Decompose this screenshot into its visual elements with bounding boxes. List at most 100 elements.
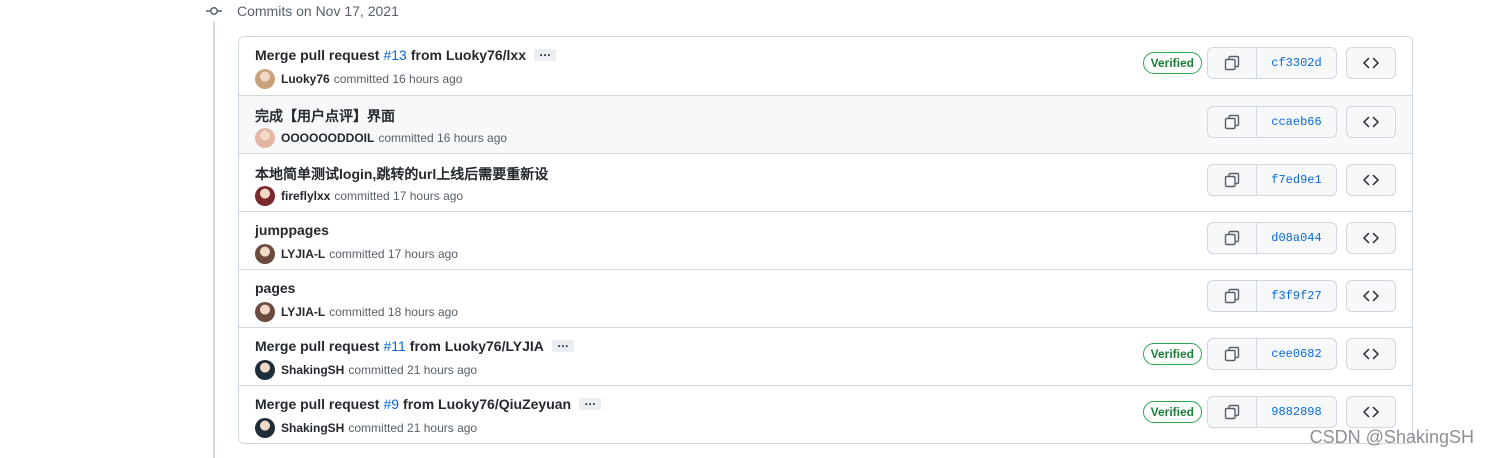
commit-time: committed 21 hours ago (348, 421, 478, 435)
commit-time: committed 16 hours ago (333, 72, 463, 86)
commit-meta: fireflylxx committed 17 hours ago (255, 186, 463, 206)
avatar[interactable] (255, 418, 275, 438)
commit-row: Merge pull request #11 from Luoky76/LYJI… (239, 327, 1412, 385)
commit-sha-link[interactable]: d08a044 (1257, 223, 1336, 253)
avatar[interactable] (255, 244, 275, 264)
commit-sha-link[interactable]: f3f9f27 (1257, 281, 1336, 311)
commit-message-branch[interactable]: from Luoky76/LYJIA (410, 338, 544, 354)
commit-meta: LYJIA-L committed 17 hours ago (255, 244, 458, 264)
git-commit-icon (203, 0, 225, 22)
code-icon (1363, 174, 1379, 186)
author-link[interactable]: Luoky76 (281, 72, 330, 86)
commit-title: pages (255, 280, 295, 296)
avatar[interactable] (255, 69, 275, 89)
code-icon (1363, 232, 1379, 244)
commit-row: 本地简单测试login,跳转的url上线后需要重新设 fireflylxx co… (239, 153, 1412, 211)
commit-title: Merge pull request #13 from Luoky76/lxx … (255, 46, 556, 63)
copy-sha-button[interactable] (1208, 165, 1257, 195)
avatar[interactable] (255, 302, 275, 322)
pull-request-link[interactable]: #13 (383, 47, 406, 63)
commit-meta: ShakingSH committed 21 hours ago (255, 418, 477, 438)
commit-sha-link[interactable]: f7ed9e1 (1257, 165, 1336, 195)
commit-sha-link[interactable]: cf3302d (1257, 48, 1336, 78)
copy-icon (1224, 346, 1240, 362)
commit-row: Merge pull request #9 from Luoky76/QiuZe… (239, 385, 1412, 443)
author-link[interactable]: OOOOOODDOIL (281, 131, 374, 145)
copy-sha-button[interactable] (1208, 339, 1257, 369)
browse-repository-button[interactable] (1346, 280, 1396, 312)
verified-badge[interactable]: Verified (1142, 401, 1202, 423)
avatar[interactable] (255, 128, 275, 148)
copy-sha-button[interactable] (1208, 223, 1257, 253)
commit-message[interactable]: Merge pull request (255, 338, 379, 354)
watermark: CSDN @ShakingSH (1309, 427, 1474, 447)
commit-message-branch[interactable]: from Luoky76/QiuZeyuan (403, 396, 571, 412)
copy-icon (1224, 404, 1240, 420)
commit-row: 完成【用户点评】界面 OOOOOODDOIL committed 16 hour… (239, 95, 1412, 153)
browse-repository-button[interactable] (1346, 222, 1396, 254)
commit-title: Merge pull request #11 from Luoky76/LYJI… (255, 337, 574, 354)
commit-row: jumppages LYJIA-L committed 17 hours ago… (239, 211, 1412, 269)
browse-repository-button[interactable] (1346, 338, 1396, 370)
copy-icon (1224, 55, 1240, 71)
copy-icon (1224, 114, 1240, 130)
commit-meta: ShakingSH committed 21 hours ago (255, 360, 477, 380)
commit-message[interactable]: Merge pull request (255, 396, 379, 412)
code-icon (1363, 57, 1379, 69)
browse-repository-button[interactable] (1346, 164, 1396, 196)
commit-message[interactable]: 本地简单测试login,跳转的url上线后需要重新设 (255, 164, 548, 184)
author-link[interactable]: LYJIA-L (281, 247, 325, 261)
copy-sha-button[interactable] (1208, 107, 1257, 137)
commit-title: jumppages (255, 222, 329, 238)
pull-request-link[interactable]: #9 (383, 396, 399, 412)
commit-time: committed 17 hours ago (334, 189, 464, 203)
verified-badge[interactable]: Verified (1142, 52, 1202, 74)
commit-time: committed 16 hours ago (378, 131, 508, 145)
commits-date-heading: Commits on Nov 17, 2021 (237, 3, 399, 19)
timeline-line (213, 18, 215, 458)
commit-sha-link[interactable]: 9882898 (1257, 397, 1336, 427)
copy-sha-button[interactable] (1208, 397, 1257, 427)
commit-title: Merge pull request #9 from Luoky76/QiuZe… (255, 395, 602, 412)
avatar[interactable] (255, 186, 275, 206)
expand-message-button[interactable]: … (579, 395, 602, 410)
pull-request-link[interactable]: #11 (383, 338, 405, 354)
code-icon (1363, 290, 1379, 302)
copy-sha-button[interactable] (1208, 48, 1257, 78)
commit-message[interactable]: jumppages (255, 222, 329, 238)
copy-sha-button[interactable] (1208, 281, 1257, 311)
author-link[interactable]: ShakingSH (281, 363, 344, 377)
sha-button-group: ccaeb66 (1207, 106, 1337, 138)
author-link[interactable]: ShakingSH (281, 421, 344, 435)
commit-time: committed 18 hours ago (329, 305, 458, 319)
commit-title: 完成【用户点评】界面 (255, 106, 395, 126)
commit-message[interactable]: Merge pull request (255, 47, 379, 63)
sha-button-group: cee0682 (1207, 338, 1337, 370)
verified-badge[interactable]: Verified (1142, 343, 1202, 365)
browse-repository-button[interactable] (1346, 396, 1396, 428)
commit-list: Merge pull request #13 from Luoky76/lxx … (238, 36, 1413, 444)
commit-message[interactable]: 完成【用户点评】界面 (255, 106, 395, 126)
commit-message-branch[interactable]: from Luoky76/lxx (411, 47, 526, 63)
author-link[interactable]: LYJIA-L (281, 305, 325, 319)
copy-icon (1224, 230, 1240, 246)
timeline-header: Commits on Nov 17, 2021 (203, 0, 399, 22)
expand-message-button[interactable]: … (533, 46, 556, 61)
sha-button-group: d08a044 (1207, 222, 1337, 254)
commit-time: committed 17 hours ago (329, 247, 458, 261)
commit-row: Merge pull request #13 from Luoky76/lxx … (239, 37, 1412, 95)
browse-repository-button[interactable] (1346, 47, 1396, 79)
copy-icon (1224, 172, 1240, 188)
commit-meta: OOOOOODDOIL committed 16 hours ago (255, 128, 507, 148)
commit-time: committed 21 hours ago (348, 363, 478, 377)
commit-sha-link[interactable]: cee0682 (1257, 339, 1336, 369)
browse-repository-button[interactable] (1346, 106, 1396, 138)
sha-button-group: f7ed9e1 (1207, 164, 1337, 196)
author-link[interactable]: fireflylxx (281, 189, 330, 203)
expand-message-button[interactable]: … (551, 337, 574, 352)
commit-message[interactable]: pages (255, 280, 295, 296)
commit-sha-link[interactable]: ccaeb66 (1257, 107, 1336, 137)
avatar[interactable] (255, 360, 275, 380)
code-icon (1363, 116, 1379, 128)
code-icon (1363, 406, 1379, 418)
